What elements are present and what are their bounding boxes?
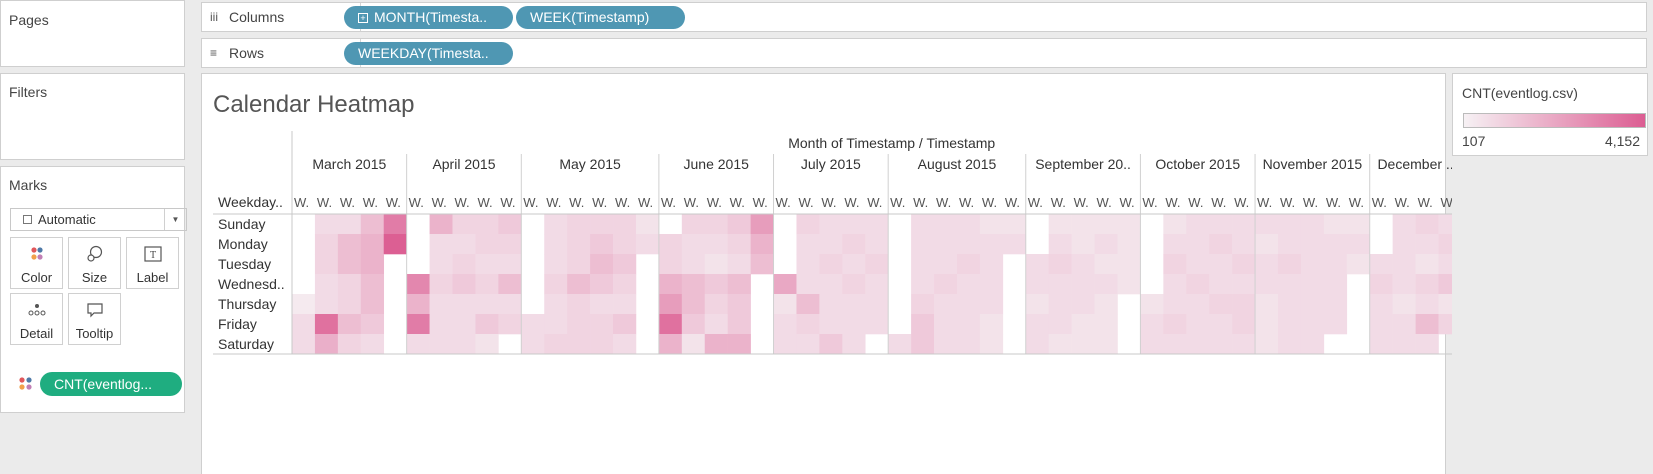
size-button[interactable]: Size (68, 237, 121, 289)
color-ramp (1463, 113, 1646, 128)
columns-icon: iii (210, 10, 218, 24)
legend-max: 4,152 (1604, 133, 1640, 149)
square-mark-icon (23, 215, 32, 224)
rows-shelf-label: ≡ Rows ▾ (202, 39, 361, 67)
month-timestamp-pill[interactable]: + MONTH(Timesta.. (344, 6, 513, 29)
label-button[interactable]: T Label (126, 237, 179, 289)
tooltip-button[interactable]: Tooltip (68, 293, 121, 345)
tooltip-bubble-icon (69, 300, 120, 320)
columns-label: Columns (229, 9, 285, 25)
week-timestamp-pill[interactable]: WEEK(Timestamp) (516, 6, 685, 29)
weekday-timestamp-pill[interactable]: WEEKDAY(Timesta.. (344, 42, 513, 65)
legend-title: CNT(eventlog.csv) (1462, 85, 1578, 101)
filters-panel[interactable]: Filters (0, 73, 185, 160)
svg-text:T: T (149, 250, 155, 261)
legend-panel[interactable]: CNT(eventlog.csv) 107 4,152 (1452, 73, 1648, 156)
chevron-down-icon[interactable]: ▼ (164, 209, 186, 230)
marks-title: Marks (9, 177, 48, 193)
columns-shelf-label: iii Columns (202, 3, 361, 31)
expand-plus-icon[interactable]: + (358, 13, 368, 23)
label-t-icon: T (127, 244, 178, 264)
pages-panel[interactable]: Pages (0, 0, 185, 67)
size-circles-icon (69, 244, 120, 264)
rows-label: Rows (229, 45, 265, 61)
rows-icon: ≡ (210, 46, 218, 60)
viz-panel (201, 73, 1446, 474)
rows-shelf[interactable]: ≡ Rows ▾ WEEKDAY(Timesta.. (201, 38, 1647, 68)
columns-shelf[interactable]: iii Columns + MONTH(Timesta.. WEEK(Timest… (201, 2, 1647, 32)
legend-min: 107 (1462, 133, 1486, 149)
viz-title: Calendar Heatmap (213, 91, 415, 118)
mark-type-select[interactable]: Automatic ▼ (10, 208, 187, 231)
pages-title: Pages (9, 12, 49, 28)
field-color-dots-icon (18, 376, 34, 397)
cnt-eventlog-pill[interactable]: CNT(eventlog... (40, 372, 182, 396)
detail-dots-icon (11, 300, 62, 320)
color-dots-icon (11, 244, 62, 264)
legend-empty-area (1452, 156, 1648, 474)
filters-title: Filters (9, 84, 48, 100)
detail-button[interactable]: Detail (10, 293, 63, 345)
color-button[interactable]: Color (10, 237, 63, 289)
